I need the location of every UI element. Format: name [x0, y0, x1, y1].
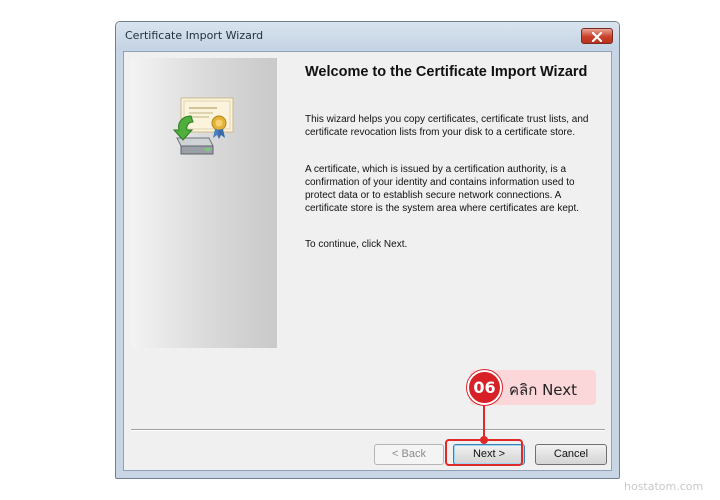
- back-button[interactable]: < Back: [374, 444, 444, 465]
- cancel-button[interactable]: Cancel: [535, 444, 607, 465]
- certificate-import-wizard-window: Certificate Import Wizard Welcome to the…: [115, 21, 620, 479]
- callout-connector-dot: [480, 436, 488, 444]
- step-number-badge: 06: [467, 370, 502, 405]
- close-button[interactable]: [581, 28, 613, 44]
- wizard-client-area: Welcome to the Certificate Import Wizard…: [123, 51, 612, 471]
- certificate-import-icon: [169, 96, 241, 160]
- continue-instruction: To continue, click Next.: [305, 239, 408, 250]
- title-bar[interactable]: Certificate Import Wizard: [116, 22, 619, 50]
- step-instruction: คลิก Next: [509, 381, 578, 399]
- wizard-heading: Welcome to the Certificate Import Wizard: [305, 64, 588, 80]
- wizard-side-panel: [131, 58, 277, 348]
- certificate-description-paragraph: A certificate, which is issued by a cert…: [305, 164, 579, 214]
- button-separator: [131, 429, 605, 431]
- window-title: Certificate Import Wizard: [125, 29, 264, 42]
- callout-connector-line: [483, 405, 485, 438]
- close-icon: [591, 27, 603, 46]
- site-watermark: hostatom.com: [624, 480, 704, 493]
- intro-paragraph: This wizard helps you copy certificates,…: [305, 114, 589, 138]
